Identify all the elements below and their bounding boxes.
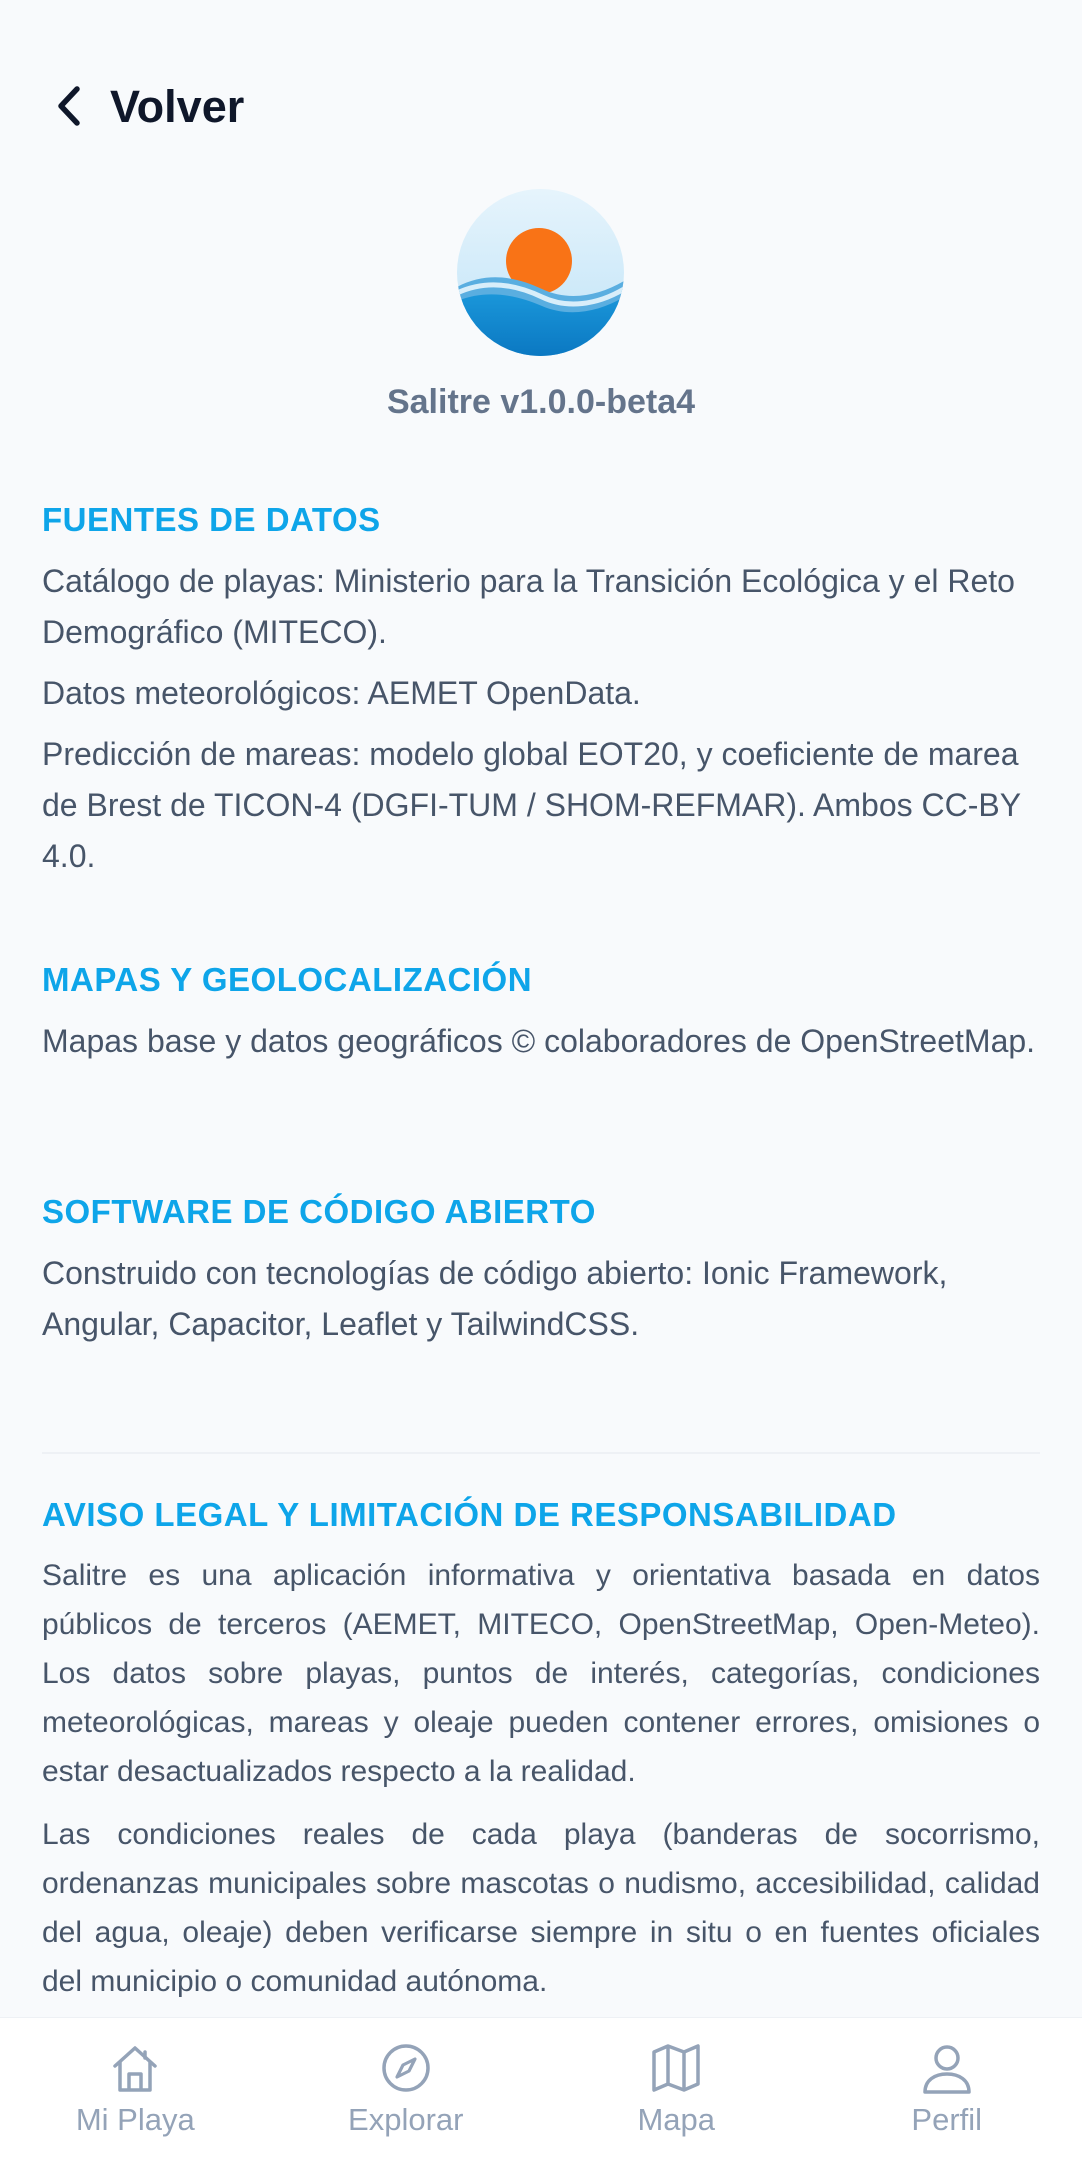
tab-label: Mapa [637,2102,716,2137]
section-title: AVISO LEGAL Y LIMITACIÓN DE RESPONSABILI… [42,1496,897,1533]
app-version: Salitre v1.0.0-beta4 [386,383,696,421]
divider [42,1452,1040,1454]
paragraph: Datos meteorológicos: AEMET OpenData. [42,674,641,711]
tab-perfil[interactable]: Perfil [812,2018,1082,2163]
map-icon [652,2044,700,2092]
paragraph: Catálogo de playas: Ministerio para la T… [42,562,1015,650]
bottom-tab-bar: Mi Playa Explorar Mapa Perfil [0,2017,1082,2163]
home-icon [113,2046,157,2092]
paragraph: Salitre es una aplicación informativa y … [42,1558,1040,1788]
tab-label: Explorar [348,2102,464,2137]
paragraph: Las condiciones reales de cada playa (ba… [42,1817,1040,1998]
open-source-section: SOFTWARE DE CÓDIGO ABIERTO Construido co… [42,1192,1040,1360]
back-button[interactable]: Volver [52,78,244,134]
back-label: Volver [110,80,245,132]
user-icon [923,2045,971,2094]
compass-icon [382,2044,430,2092]
legal-section: AVISO LEGAL Y LIMITACIÓN DE RESPONSABILI… [42,1495,1040,2016]
section-title: SOFTWARE DE CÓDIGO ABIERTO [42,1193,596,1230]
paragraph: Construido con tecnologías de código abi… [42,1254,948,1342]
about-page: Volver Salitre v1.0.0-beta4 FUENTES DE D… [0,0,1082,2163]
paragraph: Predicción de mareas: modelo global EOT2… [42,735,1021,874]
chevron-left-icon [58,86,80,126]
section-title: MAPAS Y GEOLOCALIZACIÓN [42,961,533,998]
data-sources-section: FUENTES DE DATOS Catálogo de playas: Min… [42,500,1040,892]
tab-explorar[interactable]: Explorar [271,2018,542,2163]
app-logo [457,189,624,356]
maps-section: MAPAS Y GEOLOCALIZACIÓN Mapas base y dat… [42,960,1040,1077]
section-title: FUENTES DE DATOS [42,501,381,538]
tab-label: Mi Playa [75,2102,195,2137]
tab-mi-playa[interactable]: Mi Playa [0,2018,271,2163]
tab-label: Perfil [911,2102,983,2137]
tab-mapa[interactable]: Mapa [541,2018,812,2163]
paragraph: Mapas base y datos geográficos © colabor… [42,1022,1036,1059]
